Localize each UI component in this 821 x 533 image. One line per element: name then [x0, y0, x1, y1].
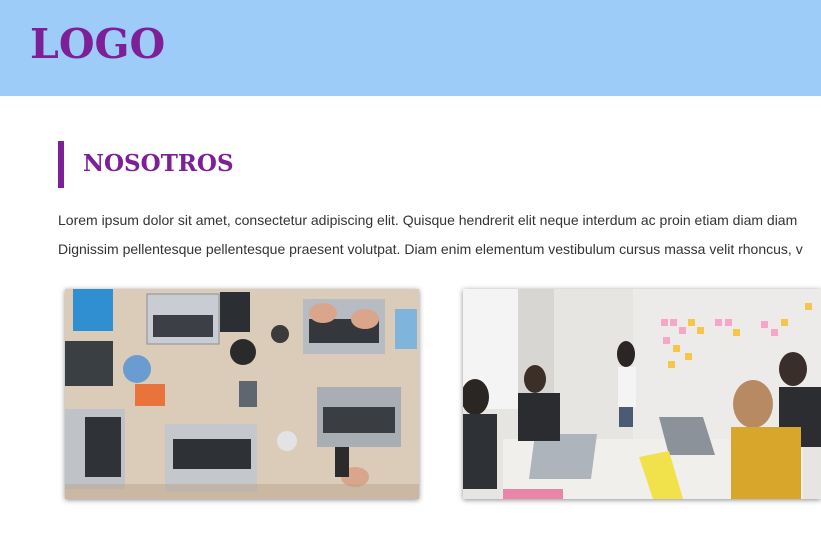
logo[interactable]: LOGO: [30, 20, 165, 68]
title-accent-bar: [58, 141, 64, 188]
photo-team-meeting: [463, 289, 821, 499]
site-header: LOGO: [0, 0, 821, 96]
team-laptops-desk-photo: [65, 289, 419, 499]
paragraph-2: Dignissim pellentesque pellentesque prae…: [58, 241, 803, 257]
section-title: NOSOTROS: [83, 150, 234, 177]
photo-team-desk: [65, 289, 419, 499]
paragraph-1: Lorem ipsum dolor sit amet, consectetur …: [58, 212, 798, 228]
team-meeting-whiteboard-photo: [463, 289, 821, 499]
